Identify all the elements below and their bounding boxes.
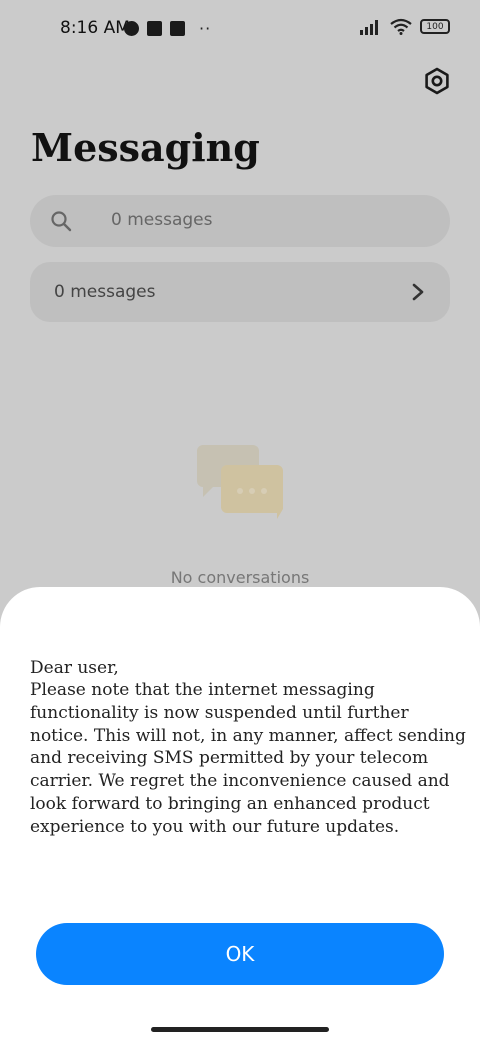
- notification-icons: ··: [124, 19, 211, 38]
- notice-dialog: Dear user, Please note that the internet…: [0, 587, 480, 1040]
- ok-button[interactable]: OK: [36, 923, 444, 985]
- dialog-greeting: Dear user,: [30, 658, 119, 678]
- square-notification-icon: [147, 21, 162, 36]
- status-bar: 8:16 AM ·· 100: [0, 0, 480, 56]
- system-icons: 100: [360, 18, 450, 35]
- wifi-icon: [390, 18, 412, 35]
- signal-icon: [360, 19, 378, 35]
- chat-bubbles-icon: [197, 445, 283, 519]
- search-input[interactable]: 0 messages: [30, 195, 450, 247]
- messages-summary-row[interactable]: 0 messages: [30, 262, 450, 322]
- upload-notification-icon: [170, 21, 185, 36]
- status-time: 8:16 AM: [60, 18, 130, 38]
- settings-icon[interactable]: [422, 66, 452, 96]
- page-title: Messaging: [31, 125, 260, 170]
- chevron-right-icon: [412, 283, 424, 301]
- home-indicator[interactable]: [151, 1027, 329, 1032]
- more-dots-icon: ··: [199, 19, 212, 38]
- empty-state-label: No conversations: [170, 568, 310, 587]
- search-placeholder: 0 messages: [111, 210, 213, 230]
- battery-icon: 100: [420, 19, 450, 34]
- dialog-message: Please note that the internet messaging …: [30, 680, 466, 837]
- vpn-circle-icon: [124, 21, 139, 36]
- search-icon: [51, 211, 72, 232]
- messages-summary-label: 0 messages: [54, 282, 156, 302]
